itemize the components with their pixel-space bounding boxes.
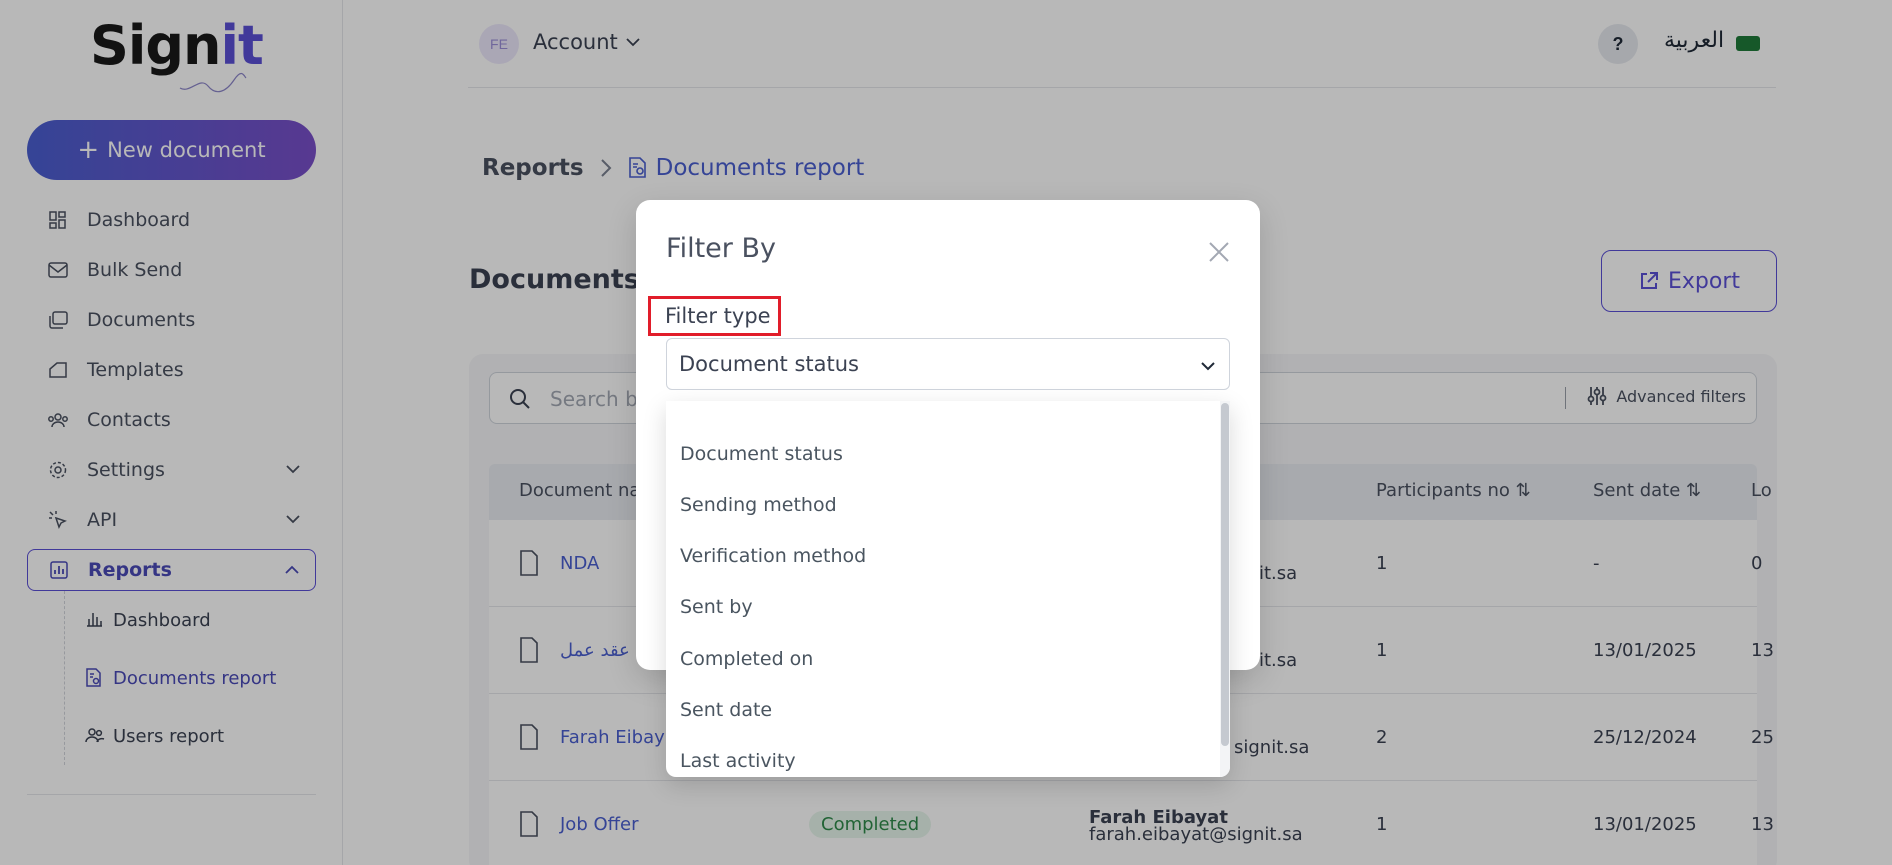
dropdown-scrollbar-thumb[interactable] — [1221, 403, 1229, 746]
option-sending-method[interactable]: Sending method — [680, 494, 837, 516]
option-sent-by[interactable]: Sent by — [680, 596, 753, 618]
modal-title: Filter By — [666, 233, 776, 264]
filter-type-dropdown: Document status Sending method Verificat… — [666, 401, 1230, 777]
option-last-activity[interactable]: Last activity — [680, 750, 796, 772]
option-completed-on[interactable]: Completed on — [680, 648, 813, 670]
close-icon[interactable] — [1207, 240, 1231, 264]
filter-type-select[interactable]: Document status — [666, 338, 1230, 390]
filter-type-selected-value: Document status — [679, 352, 859, 376]
option-verification-method[interactable]: Verification method — [680, 545, 866, 567]
option-document-status[interactable]: Document status — [680, 443, 843, 465]
chevron-down-icon — [1201, 362, 1215, 371]
option-sent-date[interactable]: Sent date — [680, 699, 772, 721]
filter-type-label: Filter type — [648, 296, 781, 336]
